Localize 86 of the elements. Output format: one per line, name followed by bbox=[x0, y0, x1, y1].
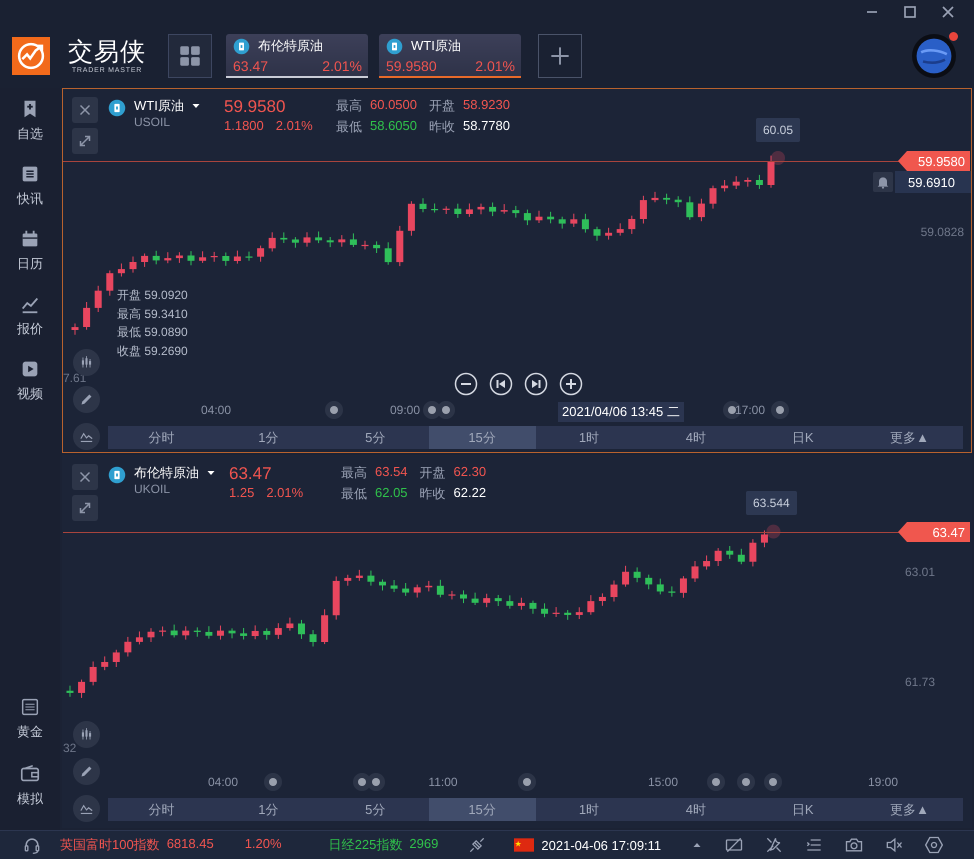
axis-label: 7.61 bbox=[63, 371, 86, 385]
logo-name: 交易侠 bbox=[68, 38, 146, 66]
high-marker: 60.05 bbox=[756, 118, 800, 142]
stat-value: 58.9230 bbox=[463, 97, 510, 114]
sidebar-item[interactable]: 报价 bbox=[17, 293, 43, 358]
interval-tab[interactable]: 分时 bbox=[108, 426, 215, 449]
sidebar-item[interactable]: 视频 bbox=[17, 358, 43, 423]
ohlc-text: 收盘 59.2690 bbox=[117, 342, 188, 360]
interval-tab[interactable]: 1时 bbox=[536, 798, 642, 821]
price-tag: 59.9580 bbox=[898, 151, 970, 171]
time-label: 11:00 bbox=[428, 775, 458, 789]
ohlc-text: 最低 59.0890 bbox=[117, 324, 188, 341]
quote-change: 2.01% bbox=[475, 58, 515, 74]
axis-label: 32 bbox=[63, 741, 76, 755]
ohlc-text: 开盘 59.0920 bbox=[117, 287, 188, 304]
stat-value: 62.30 bbox=[454, 464, 486, 481]
crosshair-time: 2021/04/06 13:45 二 bbox=[558, 402, 684, 422]
quote-tab[interactable]: 布伦特原油 63.47 2.01% bbox=[226, 34, 368, 78]
stat-label: 最高 bbox=[336, 97, 362, 115]
interval-tab[interactable]: 4时 bbox=[642, 798, 750, 821]
stat-label: 最低 bbox=[336, 118, 362, 136]
quote-price: 59.9580 bbox=[386, 58, 437, 74]
percent-change: 2.01% bbox=[266, 485, 304, 500]
interval-tab[interactable]: 15分 bbox=[428, 798, 536, 821]
stat-value: 58.7780 bbox=[463, 118, 510, 135]
axis-label: 61.73 bbox=[904, 675, 935, 689]
last-price: 59.9580 bbox=[224, 97, 286, 117]
interval-tab[interactable]: 1时 bbox=[536, 426, 642, 449]
stat-label: 昨收 bbox=[429, 118, 455, 136]
ticker-name[interactable]: 英国富时100指数 bbox=[60, 836, 160, 854]
percent-change: 2.01% bbox=[276, 118, 313, 133]
quote-tab[interactable]: WTI原油 59.9580 2.01% bbox=[379, 34, 521, 78]
time-label: 09:00 bbox=[390, 403, 420, 417]
sidebar-item[interactable]: 自选 bbox=[17, 98, 43, 163]
axis-label: 63.01 bbox=[904, 565, 935, 579]
time-label: 17:00 bbox=[734, 403, 766, 417]
time-label: 15:00 bbox=[648, 775, 678, 789]
stat-value: 58.6050 bbox=[370, 118, 417, 135]
ticker-change: 1.20% bbox=[244, 836, 283, 853]
interval-tab[interactable]: 日K bbox=[749, 426, 856, 449]
date-time: 2021-04-06 17:09:11 bbox=[541, 838, 662, 852]
time-label: 04:00 bbox=[200, 403, 232, 417]
stat-label: 开盘 bbox=[429, 97, 455, 115]
interval-tab[interactable]: 1分 bbox=[214, 798, 322, 821]
interval-tab[interactable]: 1分 bbox=[214, 426, 322, 449]
stat-value: 62.22 bbox=[454, 485, 486, 502]
sidebar-item[interactable]: 快讯 bbox=[17, 163, 43, 228]
sidebar-item[interactable]: 黄金 bbox=[17, 696, 43, 763]
interval-tab[interactable]: 分时 bbox=[108, 798, 215, 821]
interval-tab[interactable]: 15分 bbox=[428, 426, 536, 449]
high-marker: 63.544 bbox=[746, 491, 797, 515]
sidebar-item[interactable]: 日历 bbox=[17, 228, 43, 293]
interval-tab[interactable]: 5分 bbox=[322, 798, 429, 821]
stat-value: 63.54 bbox=[375, 464, 408, 481]
symbol-name[interactable]: WTI原油 bbox=[134, 97, 184, 115]
price-change: 1.1800 bbox=[224, 118, 264, 133]
ticker-value: 6818.45 bbox=[166, 836, 215, 853]
symbol-name[interactable]: 布伦特原油 bbox=[134, 464, 199, 482]
sidebar-item[interactable]: 模拟 bbox=[17, 763, 43, 830]
alert-price: 59.6910 bbox=[895, 171, 971, 193]
stat-value: 60.0500 bbox=[370, 97, 417, 114]
quote-change: 2.01% bbox=[322, 58, 362, 74]
stat-value: 62.05 bbox=[375, 485, 408, 502]
quote-name: 布伦特原油 bbox=[258, 37, 323, 55]
price-change: 1.25 bbox=[229, 485, 254, 500]
interval-tab[interactable]: 更多▲ bbox=[856, 798, 963, 821]
ticker-value: 2969 bbox=[409, 836, 440, 853]
time-label: 04:00 bbox=[208, 775, 238, 789]
interval-tab[interactable]: 日K bbox=[749, 798, 856, 821]
interval-tab[interactable]: 更多▲ bbox=[856, 426, 963, 449]
price-tag: 63.47 bbox=[898, 522, 970, 542]
ohlc-text: 最高 59.3410 bbox=[117, 306, 188, 322]
interval-tab[interactable]: 4时 bbox=[642, 426, 750, 449]
stat-label: 昨收 bbox=[420, 485, 446, 503]
stat-label: 最低 bbox=[341, 485, 367, 503]
axis-label: 59.0828 bbox=[920, 225, 964, 239]
ticker-name[interactable]: 日经225指数 bbox=[328, 836, 402, 854]
quote-name: WTI原油 bbox=[411, 37, 461, 55]
symbol-code: UKOIL bbox=[134, 482, 172, 496]
stat-label: 最高 bbox=[341, 464, 367, 482]
symbol-code: USOIL bbox=[134, 115, 172, 129]
last-price: 63.47 bbox=[229, 464, 273, 484]
stat-label: 开盘 bbox=[420, 464, 446, 482]
interval-tab[interactable]: 5分 bbox=[322, 426, 429, 449]
quote-price: 63.47 bbox=[233, 58, 268, 74]
time-label: 19:00 bbox=[868, 775, 898, 789]
